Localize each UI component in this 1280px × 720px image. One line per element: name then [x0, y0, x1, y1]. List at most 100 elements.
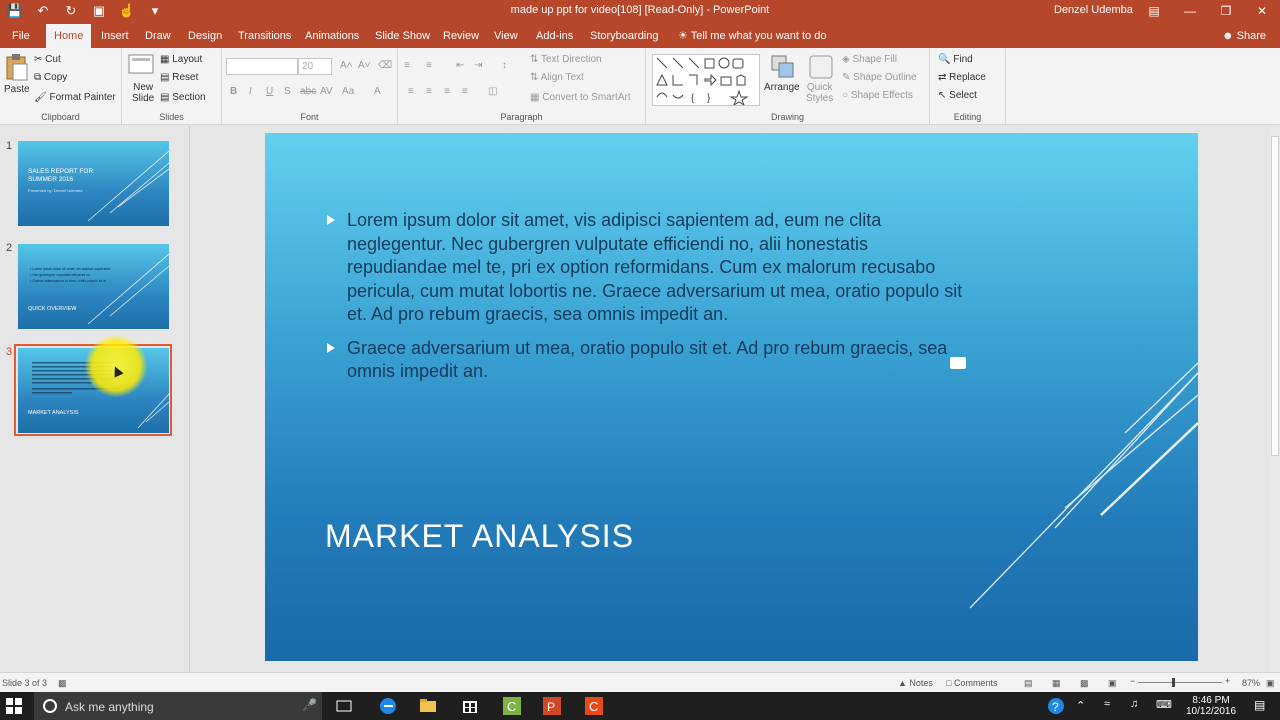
underline-button[interactable]: U	[266, 86, 273, 97]
tab-home[interactable]: Home	[46, 24, 92, 48]
align-text-button[interactable]: ⇅ Align Text	[530, 72, 584, 83]
slide-thumbnail-2[interactable]: • Lorem ipsum dolor sit amet, vis adipis…	[18, 244, 169, 329]
change-case-icon[interactable]: Aa	[342, 86, 354, 97]
wifi-icon[interactable]: ≈	[1104, 698, 1110, 710]
spell-check-icon[interactable]: ▩	[58, 678, 67, 689]
minimize-icon[interactable]: —	[1172, 0, 1208, 24]
shape-fill-button[interactable]: ◈ Shape Fill	[842, 54, 897, 65]
copy-button[interactable]: ⧉ Copy	[34, 72, 67, 83]
clock[interactable]: 8:46 PM 10/12/2016	[1186, 695, 1236, 717]
font-size-combo[interactable]: 20	[298, 58, 332, 75]
tab-draw[interactable]: Draw	[137, 24, 179, 48]
comment-icon[interactable]	[950, 357, 966, 369]
convert-smartart-button[interactable]: ▦ Convert to SmartArt	[530, 92, 631, 103]
reading-view-icon[interactable]: ▩	[1080, 678, 1089, 689]
edge-icon[interactable]	[378, 696, 398, 716]
new-slide-button[interactable]: New Slide	[132, 82, 154, 104]
zoom-level[interactable]: 87%	[1242, 678, 1260, 688]
close-icon[interactable]: ✕	[1244, 0, 1280, 24]
align-right-icon[interactable]: ≡	[444, 86, 450, 97]
font-color-icon[interactable]: A	[374, 86, 381, 97]
decrease-indent-icon[interactable]: ⇤	[456, 60, 464, 71]
tab-design[interactable]: Design	[180, 24, 230, 48]
shadow-button[interactable]: S	[284, 86, 291, 97]
bold-button[interactable]: B	[230, 86, 237, 97]
zoom-slider[interactable]	[1138, 682, 1222, 683]
grow-font-icon[interactable]: A˄	[340, 60, 353, 71]
clear-formatting-icon[interactable]: ⌫	[378, 60, 392, 71]
tab-add-ins[interactable]: Add-ins	[528, 24, 581, 48]
file-explorer-icon[interactable]	[418, 696, 438, 716]
tab-transitions[interactable]: Transitions	[230, 24, 299, 48]
text-direction-button[interactable]: ⇅ Text Direction	[530, 54, 602, 65]
slideshow-icon[interactable]: ▣	[1108, 678, 1117, 689]
paste-button[interactable]: Paste	[4, 84, 30, 95]
tab-insert[interactable]: Insert	[93, 24, 137, 48]
arrange-icon[interactable]	[770, 54, 798, 84]
tab-file[interactable]: File	[4, 24, 38, 48]
quick-styles-icon[interactable]	[808, 54, 836, 84]
tab-storyboarding[interactable]: Storyboarding	[582, 24, 667, 48]
shrink-font-icon[interactable]: A˅	[358, 60, 371, 71]
recorder-icon[interactable]: C	[584, 696, 604, 716]
zoom-slider-knob[interactable]	[1172, 678, 1175, 687]
select-button[interactable]: ↖ Select	[938, 90, 977, 101]
slide-bullet[interactable]: Lorem ipsum dolor sit amet, vis adipisci…	[327, 209, 967, 327]
slide-thumbnail-1[interactable]: SALES REPORT FOR SUMMER 2016 Presented b…	[18, 141, 169, 226]
user-name[interactable]: Denzel Udemba	[1054, 4, 1133, 16]
fit-slide-icon[interactable]: ▣	[1266, 678, 1275, 689]
store-icon[interactable]	[460, 696, 480, 716]
numbering-icon[interactable]: ≡	[426, 60, 432, 71]
replace-button[interactable]: ⇄ Replace	[938, 72, 986, 83]
align-center-icon[interactable]: ≡	[426, 86, 432, 97]
layout-button[interactable]: ▦ Layout	[160, 54, 202, 65]
windows-start-icon[interactable]	[6, 698, 22, 714]
keyboard-icon[interactable]: ⌨	[1156, 698, 1172, 711]
normal-view-icon[interactable]: ▤	[1024, 678, 1033, 689]
cut-button[interactable]: ✂ Cut	[34, 54, 61, 65]
help-icon[interactable]: ?	[1046, 696, 1066, 716]
slide-body-text[interactable]: Lorem ipsum dolor sit amet, vis adipisci…	[327, 209, 967, 394]
tray-expand-icon[interactable]: ⌃	[1076, 699, 1085, 712]
volume-icon[interactable]: ♫	[1130, 698, 1138, 710]
shape-effects-button[interactable]: ○ Shape Effects	[842, 90, 913, 101]
tab-slide-show[interactable]: Slide Show	[367, 24, 438, 48]
align-left-icon[interactable]: ≡	[408, 86, 414, 97]
taskbar-search[interactable]: Ask me anything 🎤	[34, 692, 322, 720]
tab-animations[interactable]: Animations	[297, 24, 367, 48]
notifications-icon[interactable]: ▤	[1254, 698, 1265, 712]
justify-icon[interactable]: ≡	[462, 86, 468, 97]
shapes-gallery[interactable]: { }	[652, 54, 760, 106]
strikethrough-button[interactable]: abc	[300, 86, 316, 97]
find-button[interactable]: 🔍 Find	[938, 54, 973, 65]
slide-bullet[interactable]: Graece adversarium ut mea, oratio populo…	[327, 337, 967, 384]
notes-button[interactable]: ▲ Notes	[898, 678, 933, 688]
line-spacing-icon[interactable]: ↕	[502, 60, 507, 71]
vertical-scrollbar[interactable]	[1270, 126, 1280, 672]
tell-me-search[interactable]: ☀ Tell me what you want to do	[670, 24, 834, 48]
ribbon-display-icon[interactable]: ▤	[1136, 0, 1172, 24]
scrollbar-thumb[interactable]	[1271, 136, 1279, 456]
shape-outline-button[interactable]: ✎ Shape Outline	[842, 72, 917, 83]
tab-review[interactable]: Review	[435, 24, 487, 48]
zoom-out-icon[interactable]: −	[1130, 676, 1135, 686]
columns-icon[interactable]: ◫	[488, 86, 497, 97]
quick-styles-button[interactable]: Quick Styles	[806, 82, 833, 104]
reset-button[interactable]: ▤ Reset	[160, 72, 198, 83]
slide-canvas[interactable]: Lorem ipsum dolor sit amet, vis adipisci…	[265, 133, 1198, 661]
slide-title[interactable]: MARKET ANALYSIS	[325, 518, 634, 555]
zoom-in-icon[interactable]: +	[1225, 676, 1230, 686]
format-painter-button[interactable]: 🖌 Format Painter	[34, 92, 116, 103]
task-view-icon[interactable]	[334, 696, 354, 716]
paste-icon[interactable]	[4, 54, 32, 84]
new-slide-icon[interactable]	[128, 54, 156, 84]
share-button[interactable]: ☻ Share	[1216, 27, 1272, 45]
tab-view[interactable]: View	[486, 24, 526, 48]
microphone-icon[interactable]: 🎤	[302, 698, 317, 712]
powerpoint-icon[interactable]: P	[542, 696, 562, 716]
section-button[interactable]: ▤ Section	[160, 92, 206, 103]
font-name-combo[interactable]	[226, 58, 298, 75]
increase-indent-icon[interactable]: ⇥	[474, 60, 482, 71]
character-spacing-icon[interactable]: AV	[320, 86, 333, 97]
camtasia-icon[interactable]: C	[502, 696, 522, 716]
